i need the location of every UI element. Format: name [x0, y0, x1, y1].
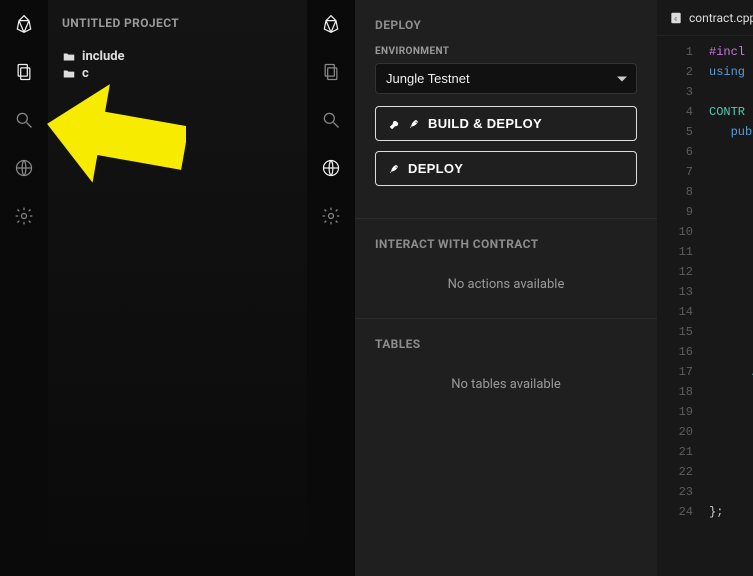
globe-icon[interactable] [0, 144, 48, 192]
environment-select[interactable]: Jungle Testnet [375, 63, 637, 94]
search-icon[interactable] [0, 96, 48, 144]
build-deploy-button[interactable]: BUILD & DEPLOY [375, 106, 637, 141]
globe-icon[interactable] [307, 144, 355, 192]
files-icon[interactable] [0, 48, 48, 96]
interact-empty-message: No actions available [375, 265, 637, 296]
rocket-icon [388, 162, 402, 176]
cpp-file-icon: c [669, 11, 683, 25]
search-icon[interactable] [307, 96, 355, 144]
tables-empty-message: No tables available [375, 365, 637, 396]
wrench-icon [388, 117, 402, 131]
deploy-label: DEPLOY [408, 161, 463, 176]
deploy-panel: DEPLOY ENVIRONMENT Jungle Testnet BUILD … [355, 0, 657, 576]
folder-icon [62, 67, 76, 81]
interact-title: INTERACT WITH CONTRACT [375, 237, 637, 251]
deploy-button[interactable]: DEPLOY [375, 151, 637, 186]
project-title: UNTITLED PROJECT [62, 16, 293, 30]
rocket-icon [408, 117, 422, 131]
code-content[interactable]: #inclusing CONTR pub u s } u A }}; [701, 36, 753, 576]
tables-title: TABLES [375, 337, 637, 351]
environment-label: ENVIRONMENT [375, 46, 637, 57]
file-row[interactable]: c [62, 65, 293, 82]
eos-logo-icon [0, 0, 48, 48]
eos-logo-icon [307, 0, 355, 48]
deploy-title: DEPLOY [375, 18, 637, 32]
editor-tab[interactable]: c contract.cpp [657, 0, 753, 35]
editor-tab-bar: c contract.cpp [657, 0, 753, 36]
file-name: include [82, 49, 125, 64]
folder-icon [62, 50, 76, 64]
right-activity-bar [307, 0, 355, 576]
gear-icon[interactable] [0, 192, 48, 240]
gear-icon[interactable] [307, 192, 355, 240]
left-activity-bar [0, 0, 48, 576]
code-editor: c contract.cpp 1234567891011121314151617… [657, 0, 753, 576]
file-name: c [82, 66, 89, 81]
files-icon[interactable] [307, 48, 355, 96]
file-explorer: UNTITLED PROJECT include c [48, 0, 307, 576]
line-number-gutter: 123456789101112131415161718192021222324 [657, 36, 701, 576]
tab-filename: contract.cpp [689, 11, 753, 25]
build-deploy-label: BUILD & DEPLOY [428, 116, 542, 131]
file-row[interactable]: include [62, 48, 293, 65]
svg-text:c: c [674, 16, 677, 22]
